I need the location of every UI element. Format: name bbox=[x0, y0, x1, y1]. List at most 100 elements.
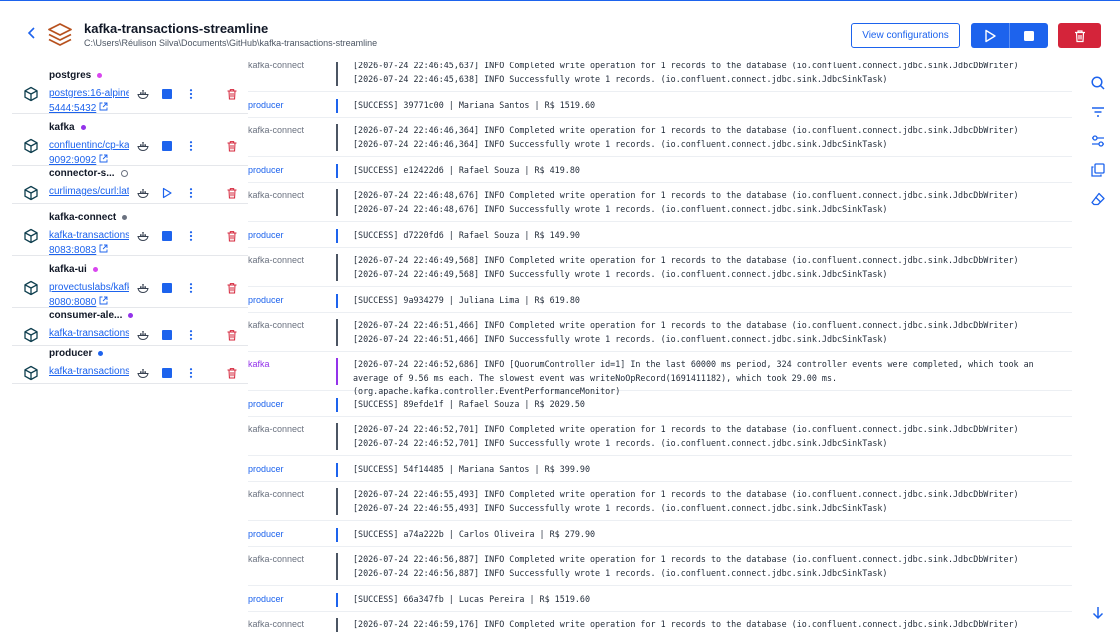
log-source-label[interactable]: kafka-connect bbox=[248, 554, 304, 564]
log-entry: kafka-connect [2026-07-24 22:46:51,466] I… bbox=[248, 314, 1072, 352]
log-source-label[interactable]: producer bbox=[248, 464, 284, 474]
container-row[interactable]: kafka-ui provectuslabs/kafka-ui 8080:8080 bbox=[12, 256, 248, 308]
view-configurations-button[interactable]: View configurations bbox=[851, 23, 960, 48]
container-port-link[interactable]: 9092:9092 bbox=[49, 154, 108, 166]
container-row[interactable]: producer kafka-transactions-streamline bbox=[12, 346, 248, 384]
stop-container-button[interactable] bbox=[161, 230, 173, 242]
log-entry: kafka [2026-07-24 22:46:52,686] INFO [Quo… bbox=[248, 353, 1072, 396]
log-source-label[interactable]: kafka-connect bbox=[248, 125, 304, 135]
more-options-icon[interactable] bbox=[185, 367, 197, 379]
log-source-label[interactable]: producer bbox=[248, 230, 284, 240]
scroll-to-bottom-icon[interactable] bbox=[1090, 605, 1106, 621]
docker-whale-icon[interactable] bbox=[137, 88, 149, 100]
docker-whale-icon[interactable] bbox=[137, 140, 149, 152]
log-source-label[interactable]: kafka-connect bbox=[248, 424, 304, 434]
container-row[interactable]: connector-s... curlimages/curl:latest bbox=[12, 166, 248, 204]
copy-icon[interactable] bbox=[1087, 159, 1109, 181]
docker-whale-icon[interactable] bbox=[137, 282, 149, 294]
log-source-label[interactable]: producer bbox=[248, 165, 284, 175]
container-cube-icon bbox=[23, 327, 39, 343]
log-message: [2026-07-24 22:46:59,176] INFO Completed… bbox=[353, 618, 1019, 632]
search-icon[interactable] bbox=[1087, 72, 1109, 94]
container-row[interactable]: kafka confluentinc/cp-kafka 9092:9092 bbox=[12, 114, 248, 166]
stop-container-button[interactable] bbox=[161, 329, 173, 341]
port-text: 8080:8080 bbox=[49, 296, 97, 308]
delete-container-button[interactable] bbox=[226, 88, 238, 100]
delete-project-button[interactable] bbox=[1058, 23, 1101, 48]
log-source-label[interactable]: kafka bbox=[248, 359, 270, 369]
stop-container-button[interactable] bbox=[161, 140, 173, 152]
container-row[interactable]: postgres postgres:16-alpine 5444:5432 bbox=[12, 62, 248, 114]
start-button[interactable] bbox=[971, 23, 1010, 48]
log-line: [2026-07-24 22:46:45,637] INFO Completed… bbox=[353, 62, 1019, 70]
stop-icon bbox=[162, 283, 172, 293]
log-line: [2026-07-24 22:46:46,364] INFO Completed… bbox=[353, 125, 1019, 135]
log-entry: kafka-connect [2026-07-24 22:46:56,887] I… bbox=[248, 548, 1072, 586]
stop-container-button[interactable] bbox=[161, 88, 173, 100]
start-container-button[interactable] bbox=[161, 187, 173, 199]
container-row[interactable]: consumer-ale... kafka-transactions-stream… bbox=[12, 308, 248, 346]
stop-icon bbox=[162, 330, 172, 340]
delete-container-button[interactable] bbox=[226, 367, 238, 379]
log-message: [2026-07-24 22:46:55,493] INFO Completed… bbox=[353, 488, 1019, 515]
log-source-bar bbox=[336, 294, 338, 308]
status-dot bbox=[80, 125, 86, 130]
log-source-label[interactable]: producer bbox=[248, 295, 284, 305]
stop-container-button[interactable] bbox=[161, 367, 173, 379]
filter-icon[interactable] bbox=[1087, 101, 1109, 123]
log-source-label[interactable]: kafka-connect bbox=[248, 62, 304, 70]
log-entry: kafka-connect [2026-07-24 22:46:52,701] I… bbox=[248, 418, 1072, 456]
log-source-label[interactable]: kafka-connect bbox=[248, 320, 304, 330]
log-source-label[interactable]: producer bbox=[248, 399, 284, 409]
stop-button[interactable] bbox=[1010, 23, 1049, 48]
back-chevron-icon[interactable] bbox=[24, 25, 40, 41]
log-line: [SUCCESS] e12422d6 | Rafael Souza | R$ 4… bbox=[353, 165, 580, 175]
more-options-icon[interactable] bbox=[185, 140, 197, 152]
delete-container-button[interactable] bbox=[226, 230, 238, 242]
delete-container-button[interactable] bbox=[226, 329, 238, 341]
log-source-label[interactable]: kafka-connect bbox=[248, 255, 304, 265]
container-image-link[interactable]: kafka-transactions-streamline bbox=[49, 366, 129, 377]
docker-whale-icon[interactable] bbox=[137, 367, 149, 379]
container-image-link[interactable]: curlimages/curl:latest bbox=[49, 186, 129, 197]
more-options-icon[interactable] bbox=[185, 187, 197, 199]
delete-container-button[interactable] bbox=[226, 282, 238, 294]
log-source-bar bbox=[336, 618, 338, 632]
log-source-label[interactable]: kafka-connect bbox=[248, 190, 304, 200]
more-options-icon[interactable] bbox=[185, 282, 197, 294]
log-source-label[interactable]: producer bbox=[248, 529, 284, 539]
settings-toggle-icon[interactable] bbox=[1087, 130, 1109, 152]
container-image-link[interactable]: confluentinc/cp-kafka bbox=[49, 140, 129, 151]
container-image-link[interactable]: provectuslabs/kafka-ui bbox=[49, 282, 129, 293]
container-image-link[interactable]: postgres:16-alpine bbox=[49, 88, 129, 99]
container-image-link[interactable]: kafka-transactions-streamline bbox=[49, 328, 129, 339]
container-image-link[interactable]: kafka-transactions-streamline bbox=[49, 230, 129, 241]
stop-container-button[interactable] bbox=[161, 282, 173, 294]
clear-icon[interactable] bbox=[1087, 188, 1109, 210]
more-options-icon[interactable] bbox=[185, 329, 197, 341]
log-line: [SUCCESS] d7220fd6 | Rafael Souza | R$ 1… bbox=[353, 230, 580, 240]
delete-container-button[interactable] bbox=[226, 187, 238, 199]
stop-icon bbox=[162, 89, 172, 99]
docker-whale-icon[interactable] bbox=[137, 187, 149, 199]
log-source-label[interactable]: kafka-connect bbox=[248, 619, 304, 629]
container-row[interactable]: kafka-connect kafka-transactions-streamli… bbox=[12, 204, 248, 256]
log-source-label[interactable]: producer bbox=[248, 100, 284, 110]
more-options-icon[interactable] bbox=[185, 230, 197, 242]
log-source-label[interactable]: producer bbox=[248, 594, 284, 604]
docker-whale-icon[interactable] bbox=[137, 329, 149, 341]
container-port-link[interactable]: 8080:8080 bbox=[49, 296, 108, 308]
log-source-label[interactable]: kafka-connect bbox=[248, 489, 304, 499]
log-entry: producer [SUCCESS] e12422d6 | Rafael Souz… bbox=[248, 158, 1072, 183]
delete-container-button[interactable] bbox=[226, 140, 238, 152]
log-message: [SUCCESS] 66a347fb | Lucas Pereira | R$ … bbox=[353, 593, 590, 607]
port-text: 8083:8083 bbox=[49, 244, 97, 256]
docker-whale-icon[interactable] bbox=[137, 230, 149, 242]
log-entry: kafka-connect [2026-07-24 22:46:45,637] I… bbox=[248, 62, 1072, 92]
more-options-icon[interactable] bbox=[185, 88, 197, 100]
log-entry: producer [SUCCESS] 89efde1f | Rafael Souz… bbox=[248, 392, 1072, 417]
container-port-link[interactable]: 5444:5432 bbox=[49, 102, 108, 114]
log-line: [SUCCESS] 66a347fb | Lucas Pereira | R$ … bbox=[353, 594, 590, 604]
container-port-link[interactable]: 8083:8083 bbox=[49, 244, 108, 256]
log-source-bar bbox=[336, 423, 338, 451]
